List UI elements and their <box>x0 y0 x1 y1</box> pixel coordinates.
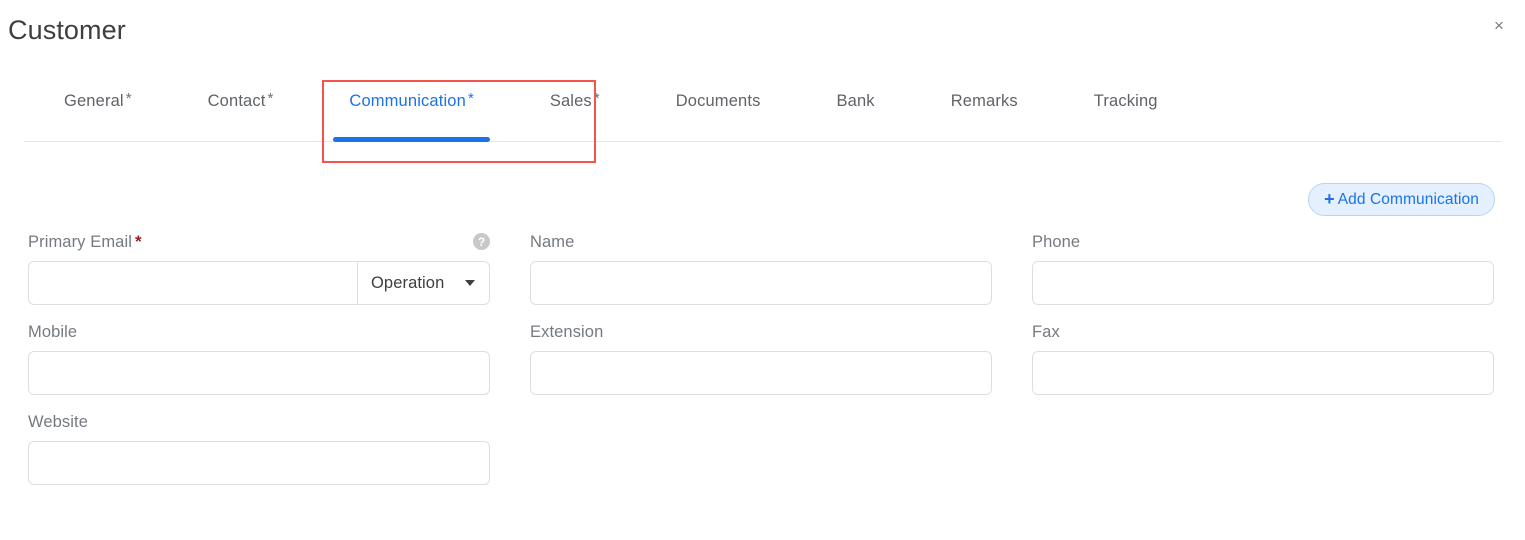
field-primary-email: Primary Email * ? Operation <box>28 232 490 305</box>
tab-bar: General * Contact * Communication * Sales * … <box>24 78 1501 146</box>
help-circle-icon[interactable]: ? <box>473 233 490 250</box>
name-label: Name <box>530 233 575 251</box>
tab-sales-required-marker: * <box>593 90 600 107</box>
primary-email-required-marker: * <box>134 232 142 251</box>
tab-tracking-label: Tracking <box>1093 92 1158 110</box>
tab-communication-label: Communication <box>349 92 466 110</box>
plus-icon: + <box>1324 189 1335 209</box>
website-label: Website <box>28 413 89 431</box>
field-website: Website <box>28 412 490 485</box>
tab-sales-label: Sales <box>549 92 592 110</box>
form-row-3: Website <box>28 412 1496 485</box>
tab-general[interactable]: General * <box>24 78 170 142</box>
close-icon[interactable]: × <box>1486 12 1512 38</box>
mobile-input[interactable] <box>28 351 490 395</box>
extension-input[interactable] <box>530 351 992 395</box>
tab-contact-required-marker: * <box>267 90 274 107</box>
active-tab-indicator <box>333 137 490 142</box>
tab-documents-label: Documents <box>675 92 761 110</box>
add-communication-button[interactable]: + Add Communication <box>1308 183 1495 216</box>
tab-communication[interactable]: Communication * <box>311 78 511 142</box>
name-input[interactable] <box>530 261 992 305</box>
primary-email-input-group: Operation <box>28 261 490 305</box>
customer-communication-page: Customer × General * Contact * Communicati… <box>0 0 1525 540</box>
tab-sales[interactable]: Sales * <box>512 78 638 142</box>
tab-tracking[interactable]: Tracking <box>1056 78 1196 142</box>
phone-label: Phone <box>1032 233 1081 251</box>
field-mobile: Mobile <box>28 322 490 395</box>
extension-label: Extension <box>530 323 604 341</box>
mobile-label: Mobile <box>28 323 78 341</box>
form-spacer <box>530 412 992 485</box>
tab-general-required-marker: * <box>125 90 132 107</box>
form-row-1: Primary Email * ? Operation Name Phone <box>28 232 1496 305</box>
primary-email-operation-dropdown[interactable]: Operation <box>357 261 490 305</box>
website-input[interactable] <box>28 441 490 485</box>
tab-contact[interactable]: Contact * <box>170 78 312 142</box>
tab-bank-label: Bank <box>836 92 875 110</box>
phone-input[interactable] <box>1032 261 1494 305</box>
tab-documents[interactable]: Documents <box>638 78 799 142</box>
primary-email-input[interactable] <box>28 261 357 305</box>
tab-remarks-label: Remarks <box>950 92 1018 110</box>
add-communication-label: Add Communication <box>1337 190 1479 208</box>
tab-bank[interactable]: Bank <box>799 78 913 142</box>
field-extension: Extension <box>530 322 992 395</box>
chevron-down-icon <box>465 280 475 286</box>
tab-contact-label: Contact <box>207 92 266 110</box>
field-fax: Fax <box>1032 322 1494 395</box>
field-phone: Phone <box>1032 232 1494 305</box>
tab-remarks[interactable]: Remarks <box>913 78 1056 142</box>
fax-input[interactable] <box>1032 351 1494 395</box>
page-title: Customer <box>8 15 126 45</box>
communication-form: Primary Email * ? Operation Name Phone M… <box>28 232 1496 502</box>
primary-email-label: Primary Email * <box>28 232 142 251</box>
field-name: Name <box>530 232 992 305</box>
tab-list: General * Contact * Communication * Sales * … <box>24 78 1196 142</box>
tab-general-label: General <box>64 92 124 110</box>
operation-dropdown-value: Operation <box>371 273 445 292</box>
form-spacer <box>1032 412 1494 485</box>
tab-communication-required-marker: * <box>467 90 474 107</box>
form-row-2: Mobile Extension Fax <box>28 322 1496 395</box>
fax-label: Fax <box>1032 323 1060 341</box>
